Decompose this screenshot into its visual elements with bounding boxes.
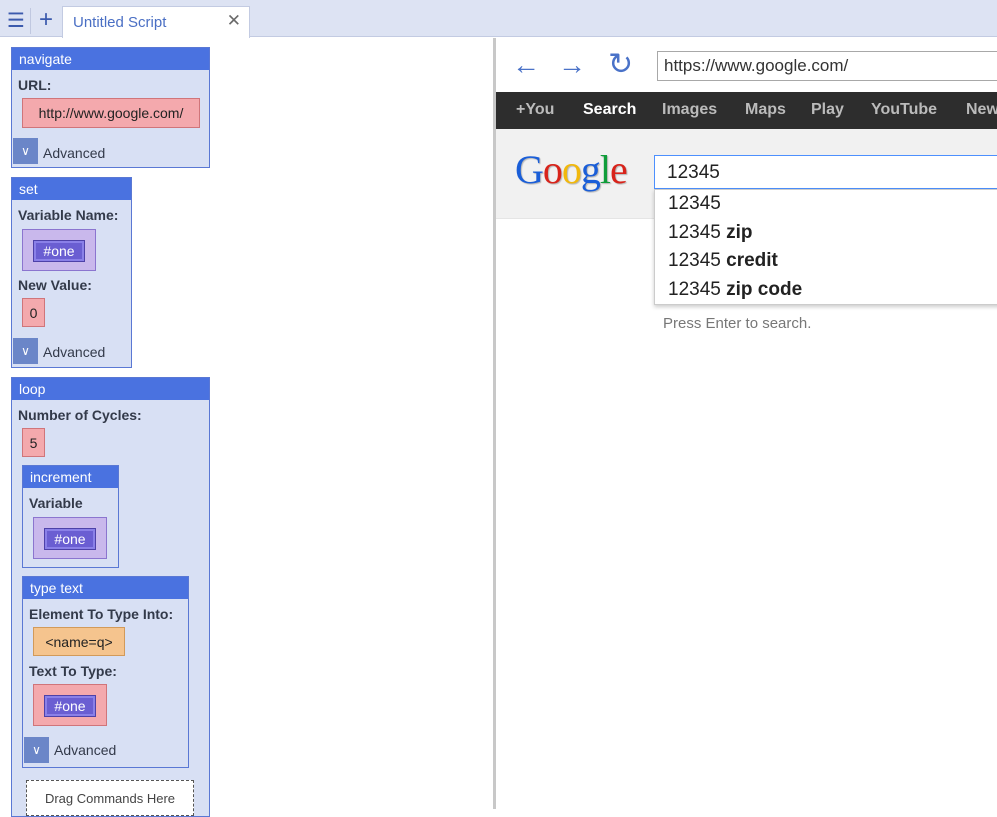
text-to-type-label: Text To Type: bbox=[29, 663, 117, 679]
suggestion-base: 12345 bbox=[668, 250, 727, 271]
suggestion-base: 12345 bbox=[668, 221, 727, 243]
chevron-down-icon[interactable]: ∨ bbox=[24, 737, 49, 763]
menu-icon[interactable]: ☰ bbox=[2, 6, 30, 34]
press-enter-hint: Press Enter to search. bbox=[663, 315, 812, 332]
url-field[interactable]: http://www.google.com/ bbox=[22, 98, 200, 128]
variable-label: Variable bbox=[29, 495, 83, 511]
gbar-item-news[interactable]: News bbox=[966, 101, 997, 119]
type-text-header[interactable]: type text bbox=[23, 577, 188, 599]
drag-commands-dropzone[interactable]: Drag Commands Here bbox=[26, 780, 194, 816]
autocomplete-list: 12345 12345 zip 12345 credit 12345 zip c… bbox=[654, 189, 997, 305]
variable-chip[interactable]: #one bbox=[33, 240, 85, 262]
back-arrow-icon[interactable]: ← bbox=[512, 50, 540, 80]
chevron-down-icon[interactable]: ∨ bbox=[13, 338, 38, 364]
script-pane: navigate URL: http://www.google.com/ ∨ A… bbox=[0, 38, 494, 817]
tab-title: Untitled Script bbox=[73, 14, 167, 31]
gbar-item-maps[interactable]: Maps bbox=[745, 101, 786, 119]
advanced-label[interactable]: Advanced bbox=[43, 145, 105, 161]
gbar-item-search[interactable]: Search bbox=[583, 101, 636, 119]
forward-arrow-icon[interactable]: → bbox=[558, 50, 586, 80]
suggestion-base: 12345 bbox=[668, 278, 727, 300]
loop-block[interactable]: loop Number of Cycles: 5 increment Varia… bbox=[11, 377, 210, 817]
logo-letter: o bbox=[542, 147, 563, 192]
suggestion-item[interactable]: 12345 credit bbox=[655, 247, 997, 276]
gbar-item-play[interactable]: Play bbox=[811, 101, 844, 119]
toolbar-separator bbox=[30, 8, 31, 34]
logo-letter: l bbox=[599, 147, 611, 192]
variable-chip[interactable]: #one bbox=[44, 528, 96, 550]
variable-slot[interactable]: #one bbox=[33, 517, 107, 559]
logo-letter: g bbox=[580, 147, 601, 192]
suggestion-item[interactable]: 12345 zip code bbox=[655, 276, 997, 305]
logo-letter: G bbox=[515, 147, 544, 192]
increment-header[interactable]: increment bbox=[23, 466, 118, 488]
suggestion-completion: zip code bbox=[726, 278, 803, 300]
gbar-item-youtube[interactable]: YouTube bbox=[871, 101, 937, 119]
suggestion-item[interactable]: 12345 zip bbox=[655, 219, 997, 248]
tab-bar: ☰ + Untitled Script ✕ bbox=[0, 0, 997, 38]
logo-letter: o bbox=[561, 147, 582, 192]
browser-pane: ← → ↻ https://www.google.com/ +You Searc… bbox=[496, 38, 997, 809]
new-value-field[interactable]: 0 bbox=[22, 298, 45, 327]
reload-icon[interactable]: ↻ bbox=[608, 50, 633, 80]
variable-slot[interactable]: #one bbox=[22, 229, 96, 271]
variable-chip[interactable]: #one bbox=[44, 695, 96, 717]
navigate-block[interactable]: navigate URL: http://www.google.com/ ∨ A… bbox=[11, 47, 210, 168]
suggestion-completion: zip bbox=[726, 221, 753, 243]
tab-untitled-script[interactable]: Untitled Script ✕ bbox=[62, 6, 250, 38]
advanced-label[interactable]: Advanced bbox=[43, 344, 105, 360]
google-logo[interactable]: Google bbox=[515, 146, 628, 193]
type-text-block[interactable]: type text Element To Type Into: <name=q>… bbox=[22, 576, 189, 768]
navigate-header[interactable]: navigate bbox=[12, 48, 209, 70]
variable-name-label: Variable Name: bbox=[18, 207, 119, 223]
suggestion-completion: credit bbox=[726, 250, 778, 271]
element-selector-field[interactable]: <name=q> bbox=[33, 627, 125, 656]
url-label: URL: bbox=[18, 77, 52, 93]
gbar-item-images[interactable]: Images bbox=[662, 101, 717, 119]
number-of-cycles-label: Number of Cycles: bbox=[18, 407, 142, 423]
element-to-type-into-label: Element To Type Into: bbox=[29, 606, 174, 622]
new-value-label: New Value: bbox=[18, 277, 92, 293]
suggestion-base: 12345 bbox=[668, 193, 721, 214]
text-slot[interactable]: #one bbox=[33, 684, 107, 726]
cycles-field[interactable]: 5 bbox=[22, 428, 45, 457]
increment-block[interactable]: increment Variable #one bbox=[22, 465, 119, 568]
address-bar[interactable]: https://www.google.com/ bbox=[657, 51, 997, 81]
chevron-down-icon[interactable]: ∨ bbox=[13, 138, 38, 164]
google-nav-bar: +You Search Images Maps Play YouTube New… bbox=[496, 92, 997, 129]
add-tab-icon[interactable]: + bbox=[32, 6, 60, 34]
suggestion-item[interactable]: 12345 bbox=[655, 190, 997, 219]
logo-letter: e bbox=[610, 147, 628, 192]
search-input[interactable]: 12345 bbox=[654, 155, 997, 189]
set-block[interactable]: set Variable Name: #one New Value: 0 ∨ A… bbox=[11, 177, 132, 368]
loop-header[interactable]: loop bbox=[12, 378, 209, 400]
close-icon[interactable]: ✕ bbox=[227, 11, 241, 31]
advanced-label[interactable]: Advanced bbox=[54, 742, 116, 758]
gbar-item-you[interactable]: +You bbox=[516, 101, 554, 119]
set-header[interactable]: set bbox=[12, 178, 131, 200]
